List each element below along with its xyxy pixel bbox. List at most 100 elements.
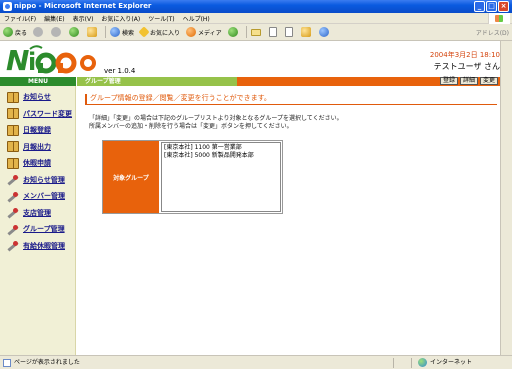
svg-text:N: N (6, 44, 29, 74)
sidebar-item-notices[interactable]: お知らせ (0, 89, 75, 106)
stop-icon (51, 27, 62, 37)
sidebar-item-branch-admin[interactable]: 支店管理 (0, 205, 75, 222)
action-buttons: 登録 詳細 変更 (439, 77, 498, 85)
refresh-icon (69, 27, 80, 37)
security-zone: インターネット (417, 356, 472, 369)
menu-file[interactable]: ファイル(F) (4, 14, 36, 23)
print-icon (268, 27, 277, 37)
nippo-logo: N i (6, 44, 96, 74)
address-label: アドレス(D) (475, 30, 509, 37)
edit-icon (284, 27, 293, 37)
back-button[interactable]: 戻る (3, 27, 27, 37)
home-button[interactable] (87, 27, 99, 37)
internet-zone-icon (417, 358, 427, 367)
sidebar-item-monthly-report[interactable]: 月報出力 (0, 139, 75, 156)
group-field-label: 対象グループ (103, 141, 159, 213)
refresh-button[interactable] (69, 27, 81, 37)
favorites-button[interactable]: お気に入り (138, 26, 180, 38)
instructions: 「詳細」「変更」の場合は下記のグループリストより対象となるグループを選択してくだ… (89, 115, 343, 131)
messenger-button[interactable] (318, 27, 331, 37)
mail-icon (250, 28, 261, 36)
book-icon (7, 124, 19, 136)
print-button[interactable] (268, 27, 279, 37)
instruction-line: 所属メンバーの追加・削除を行う場合は「変更」ボタンを押してください。 (89, 123, 293, 130)
book-icon (7, 141, 19, 153)
tool-icon (7, 224, 19, 235)
browser-toolbar: 戻る 検索 お気に入り メディア (0, 24, 512, 41)
book-icon (7, 108, 19, 120)
page-headline: グループ情報の登録／閲覧／変更を行うことができます。 (85, 94, 497, 105)
group-selection-table: 対象グループ [東京本社] 1100 第一営業部 [東京本社] 5000 新製品… (102, 140, 283, 214)
detail-button[interactable]: 詳細 (459, 77, 478, 85)
sidebar-item-leave-request[interactable]: 休暇申請 (0, 155, 75, 172)
ie-icon (3, 2, 12, 11)
change-button[interactable]: 変更 (479, 77, 498, 85)
menu-edit[interactable]: 編集(E) (44, 14, 64, 23)
media-button[interactable]: メディア (186, 27, 222, 37)
menu-bar: ファイル(F) 編集(E) 表示(V) お気に入り(A) ツール(T) ヘルプ(… (0, 13, 512, 24)
discuss-icon (300, 27, 311, 37)
register-button[interactable]: 登録 (439, 77, 458, 85)
book-icon (7, 91, 19, 103)
section-bar: グループ管理 登録 詳細 変更 (77, 77, 500, 86)
home-icon (87, 27, 98, 37)
window-title: nippo - Microsoft Internet Explorer (14, 2, 152, 10)
window-titlebar: nippo - Microsoft Internet Explorer _ □ … (0, 0, 512, 13)
star-icon (138, 26, 150, 38)
search-icon (110, 27, 121, 37)
forward-button[interactable] (33, 27, 45, 37)
stop-button[interactable] (51, 27, 63, 37)
sidebar-title: MENU (0, 77, 76, 86)
maximize-button[interactable]: □ (486, 1, 497, 12)
discuss-button[interactable] (300, 27, 313, 37)
page-icon (3, 359, 11, 367)
edit-button[interactable] (284, 27, 295, 37)
instruction-line: 「詳細」「変更」の場合は下記のグループリストより対象となるグループを選択してくだ… (89, 115, 343, 122)
menu-tools[interactable]: ツール(T) (148, 14, 174, 23)
minimize-button[interactable]: _ (474, 1, 485, 12)
sidebar-item-member-admin[interactable]: メンバー管理 (0, 188, 75, 205)
menu-help[interactable]: ヘルプ(H) (183, 14, 210, 23)
history-button[interactable] (227, 27, 240, 37)
sidebar-item-daily-report[interactable]: 日報登録 (0, 122, 75, 139)
group-listbox[interactable]: [東京本社] 1100 第一営業部 [東京本社] 5000 新製品開発本部 (161, 142, 281, 212)
current-datetime: 2004年3月2日 18:10 (429, 51, 500, 59)
forward-arrow-icon (33, 27, 44, 37)
sidebar-menu: お知らせ パスワード変更 日報登録 月報出力 休暇申請 お知らせ管理 メンバー管… (0, 86, 75, 254)
messenger-icon (318, 27, 329, 37)
status-divider (393, 358, 394, 368)
tool-icon (7, 207, 19, 218)
back-arrow-icon (3, 27, 13, 37)
media-icon (186, 27, 197, 37)
status-bar: ページが表示されました インターネット (0, 355, 512, 369)
close-button[interactable]: × (498, 1, 509, 12)
tool-icon (7, 240, 19, 251)
tool-icon (7, 174, 19, 185)
app-version: ver 1.0.4 (104, 67, 136, 75)
windows-logo-icon (488, 13, 510, 24)
app-header: N i ver 1.0.4 2004年3月2日 18:10 テストユーザ さん (0, 41, 500, 77)
sidebar-item-password-change[interactable]: パスワード変更 (0, 106, 75, 123)
toolbar-divider (245, 26, 247, 38)
web-page: N i ver 1.0.4 2004年3月2日 18:10 テストユーザ さん … (0, 41, 512, 355)
book-icon (7, 157, 19, 169)
vertical-scrollbar[interactable] (500, 41, 512, 355)
svg-text:i: i (28, 48, 36, 74)
group-option[interactable]: [東京本社] 1100 第一営業部 (164, 144, 278, 152)
tool-icon (7, 191, 19, 202)
menu-favorites[interactable]: お気に入り(A) (101, 14, 140, 23)
sidebar-item-notice-admin[interactable]: お知らせ管理 (0, 172, 75, 189)
search-button[interactable]: 検索 (110, 27, 134, 37)
history-icon (227, 27, 238, 37)
zone-label: インターネット (429, 359, 472, 366)
menu-view[interactable]: 表示(V) (73, 14, 94, 23)
section-title: グループ管理 (81, 77, 125, 86)
sidebar: MENU お知らせ パスワード変更 日報登録 月報出力 休暇申請 お知らせ管理 … (0, 77, 76, 355)
sidebar-item-group-admin[interactable]: グループ管理 (0, 221, 75, 238)
main-content: グループ管理 登録 詳細 変更 グループ情報の登録／閲覧／変更を行うことができま… (77, 77, 500, 355)
mail-button[interactable] (250, 28, 263, 36)
group-option[interactable]: [東京本社] 5000 新製品開発本部 (164, 152, 278, 160)
user-name: テストユーザ さん (433, 62, 500, 71)
status-text: ページが表示されました (14, 359, 80, 366)
sidebar-item-paid-leave-admin[interactable]: 有給休暇管理 (0, 238, 75, 255)
